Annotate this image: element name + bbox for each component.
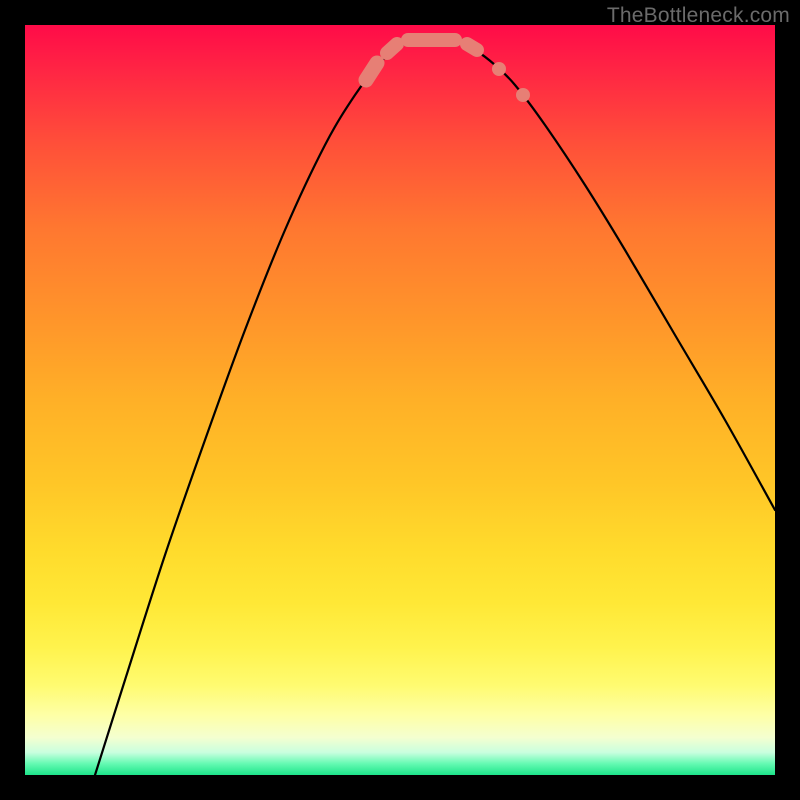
curve-svg bbox=[25, 25, 775, 775]
curve-markers bbox=[366, 40, 530, 102]
bottleneck-curve bbox=[95, 38, 775, 775]
plot-area bbox=[25, 25, 775, 775]
watermark-text: TheBottleneck.com bbox=[607, 4, 790, 28]
chart-frame: TheBottleneck.com bbox=[0, 0, 800, 800]
